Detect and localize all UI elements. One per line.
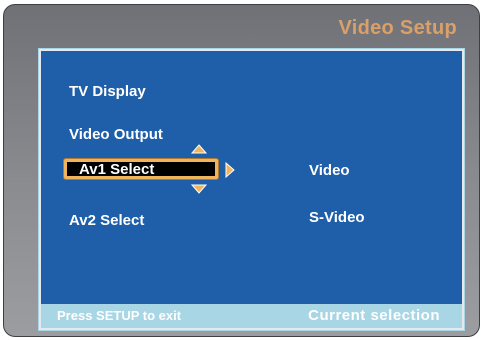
setup-window: Video Setup TV Display Video Output Av1 … bbox=[3, 4, 480, 337]
menu-item-av1-select[interactable]: Av1 Select bbox=[64, 159, 218, 179]
triangle-down-icon[interactable] bbox=[191, 184, 207, 194]
footer-bar: Press SETUP to exit Current selection bbox=[41, 304, 462, 328]
exit-hint: Press SETUP to exit bbox=[57, 308, 182, 323]
av2-value: S-Video bbox=[309, 209, 365, 226]
av1-value: Video bbox=[309, 162, 350, 179]
menu-item-tv-display[interactable]: TV Display bbox=[69, 83, 146, 100]
menu-item-av2-select[interactable]: Av2 Select bbox=[69, 212, 144, 229]
setup-panel: TV Display Video Output Av1 Select Av2 S… bbox=[38, 48, 465, 331]
triangle-up-icon[interactable] bbox=[191, 144, 207, 154]
menu-item-video-output[interactable]: Video Output bbox=[69, 126, 163, 143]
page-title: Video Setup bbox=[338, 17, 457, 39]
triangle-right-icon[interactable] bbox=[225, 162, 235, 178]
status-text: Current selection bbox=[308, 307, 440, 324]
menu-item-av1-label: Av1 Select bbox=[79, 161, 155, 178]
